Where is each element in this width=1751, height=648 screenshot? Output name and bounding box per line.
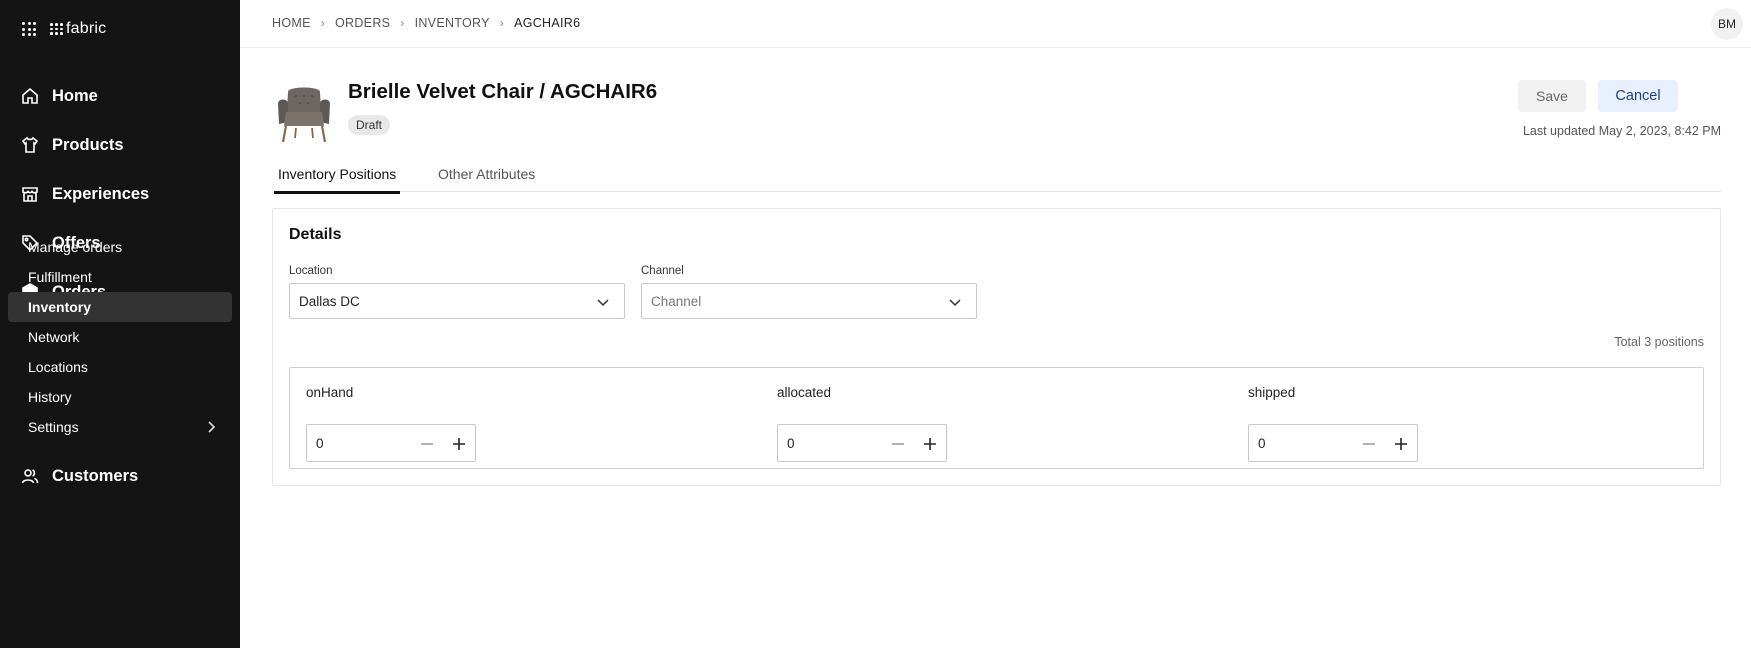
shipped-input[interactable]: 0 bbox=[1258, 436, 1266, 451]
app-launcher-icon[interactable] bbox=[22, 22, 36, 36]
breadcrumb-separator-icon: › bbox=[499, 16, 505, 30]
chevron-down-icon bbox=[949, 299, 961, 307]
details-title: Details bbox=[289, 226, 342, 243]
last-updated-text: Last updated May 2, 2023, 8:42 PM bbox=[1522, 124, 1721, 138]
sidebar-item-label: Customers bbox=[52, 466, 139, 485]
sidebar-item-label: Fulfillment bbox=[28, 269, 92, 285]
position-label-shipped: shipped bbox=[1248, 385, 1296, 400]
plus-icon[interactable] bbox=[922, 436, 938, 452]
save-button[interactable]: Save bbox=[1518, 80, 1586, 112]
sidebar-item-label: Manage orders bbox=[28, 239, 123, 255]
tab-inventory-positions[interactable]: Inventory Positions bbox=[274, 166, 401, 194]
brand: fabric bbox=[22, 20, 106, 38]
storefront-icon bbox=[22, 187, 38, 202]
tab-bar: Inventory Positions Other Attributes bbox=[274, 164, 1721, 194]
sidebar-item-home[interactable]: Home bbox=[20, 84, 98, 108]
details-card: Details Location Dallas DC Channel Chann… bbox=[272, 208, 1721, 486]
location-select[interactable]: Dallas DC bbox=[289, 283, 625, 319]
sidebar-item-customers[interactable]: Customers bbox=[20, 464, 138, 488]
user-avatar[interactable]: BM bbox=[1711, 8, 1743, 40]
users-icon bbox=[21, 469, 39, 484]
sidebar-item-label: Products bbox=[52, 135, 124, 154]
sidebar-item-products[interactable]: Products bbox=[20, 133, 124, 157]
sidebar-item-inventory[interactable]: Inventory bbox=[8, 292, 232, 322]
fabric-logo-icon bbox=[50, 23, 63, 35]
allocated-input[interactable]: 0 bbox=[787, 436, 795, 451]
sidebar-item-manage-orders[interactable]: Manage orders bbox=[8, 232, 232, 262]
breadcrumb-separator-icon: › bbox=[320, 16, 325, 30]
product-thumbnail bbox=[278, 87, 330, 143]
breadcrumb-separator-icon: › bbox=[400, 16, 405, 30]
breadcrumb-orders[interactable]: ORDERS bbox=[335, 16, 390, 30]
onhand-input[interactable]: 0 bbox=[316, 436, 324, 451]
position-label-allocated: allocated bbox=[777, 385, 832, 400]
page-title: Brielle Velvet Chair / AGCHAIR6 bbox=[348, 80, 658, 103]
breadcrumb-current: AGCHAIR6 bbox=[514, 16, 581, 30]
channel-select[interactable]: Channel bbox=[641, 283, 977, 319]
sidebar-item-label: Home bbox=[52, 86, 98, 105]
location-label: Location bbox=[289, 265, 333, 277]
minus-icon[interactable] bbox=[1361, 436, 1377, 452]
onhand-stepper[interactable]: 0 bbox=[306, 424, 476, 462]
status-badge: Draft bbox=[348, 115, 391, 135]
shirt-icon bbox=[21, 136, 39, 153]
sidebar-item-label: Settings bbox=[28, 419, 79, 435]
sidebar-item-network[interactable]: Network bbox=[8, 322, 232, 352]
breadcrumb: HOME › ORDERS › INVENTORY › AGCHAIR6 bbox=[272, 16, 580, 30]
sidebar-item-label: Network bbox=[28, 329, 80, 345]
sidebar-item-history[interactable]: History bbox=[8, 382, 232, 412]
minus-icon[interactable] bbox=[419, 436, 435, 452]
sidebar-item-fulfillment[interactable]: Fulfillment bbox=[8, 262, 232, 292]
plus-icon[interactable] bbox=[1393, 436, 1409, 452]
plus-icon[interactable] bbox=[451, 436, 467, 452]
allocated-stepper[interactable]: 0 bbox=[777, 424, 947, 462]
channel-placeholder: Channel bbox=[651, 293, 702, 309]
chevron-right-icon bbox=[208, 421, 216, 433]
breadcrumb-home[interactable]: HOME bbox=[272, 16, 311, 30]
channel-label: Channel bbox=[641, 265, 684, 277]
sidebar-item-label: Inventory bbox=[28, 299, 92, 315]
sidebar-item-settings[interactable]: Settings bbox=[8, 412, 232, 442]
logo-text: fabric bbox=[66, 20, 107, 37]
fabric-logo[interactable]: fabric bbox=[50, 20, 106, 38]
minus-icon[interactable] bbox=[890, 436, 906, 452]
home-icon bbox=[22, 87, 38, 104]
positions-panel: onHand 0 allocated 0 shipped 0 bbox=[289, 367, 1704, 469]
shipped-stepper[interactable]: 0 bbox=[1248, 424, 1418, 462]
tab-other-attributes[interactable]: Other Attributes bbox=[434, 166, 539, 192]
sidebar-item-experiences[interactable]: Experiences bbox=[20, 182, 149, 206]
sidebar-item-label: History bbox=[28, 389, 72, 405]
sidebar-item-label: Experiences bbox=[52, 184, 150, 203]
topbar: HOME › ORDERS › INVENTORY › AGCHAIR6 BM bbox=[240, 0, 1751, 48]
sidebar: fabric Home Products Experiences Offers … bbox=[0, 0, 240, 648]
chevron-down-icon bbox=[597, 299, 609, 307]
sidebar-item-locations[interactable]: Locations bbox=[8, 352, 232, 382]
location-value: Dallas DC bbox=[299, 293, 360, 309]
cancel-button[interactable]: Cancel bbox=[1598, 80, 1678, 112]
position-label-onhand: onHand bbox=[306, 385, 354, 400]
sidebar-item-label: Locations bbox=[28, 359, 88, 375]
breadcrumb-inventory[interactable]: INVENTORY bbox=[415, 16, 490, 30]
total-positions: Total 3 positions bbox=[1614, 335, 1704, 349]
